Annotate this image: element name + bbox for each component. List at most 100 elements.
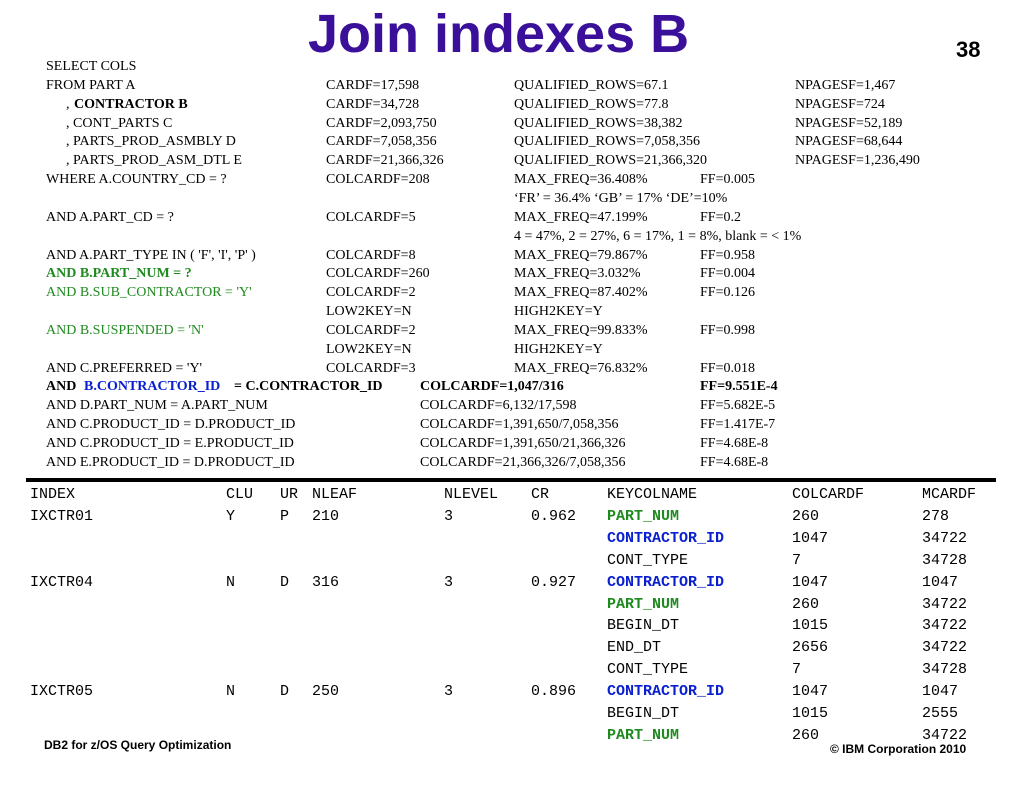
table-cell: 1015 (792, 617, 829, 635)
table-cell: D (280, 573, 290, 591)
table-cell: 3 (444, 683, 454, 701)
sql-cell: COLCARDF=260 (326, 266, 430, 282)
sql-line: AND B.PART_NUM = ? COLCARDF=260 MAX_FREQ=3… (0, 264, 1023, 283)
sql-statement: SELECT COLS FROM PART A CARDF=17,598 QUALIF… (0, 0, 1023, 480)
table-row: IXCTR01 Y P 210 3 0.962 PART_NUM 260 278 (0, 506, 1023, 528)
sql-cell: CONTRACTOR B (74, 96, 188, 112)
sql-cell: , CONT_PARTS C (66, 115, 173, 131)
sql-line: AND B.CONTRACTOR_ID = C.CONTRACTOR_ID COL… (0, 377, 1023, 396)
sql-cell: ‘FR’ = 36.4% ‘GB’ = 17% ‘DE’=10% (514, 190, 728, 206)
sql-cell: MAX_FREQ=87.402% (514, 285, 648, 301)
table-cell: CONTRACTOR_ID (607, 683, 725, 701)
sql-line: , PARTS_PROD_ASM_DTL E CARDF=21,366,326 QU… (0, 151, 1023, 170)
table-row: PART_NUM 260 34722 (0, 594, 1023, 616)
sql-cell: FF=0.998 (700, 322, 755, 338)
footer-copyright: © IBM Corporation 2010 (826, 740, 971, 758)
sql-cell: HIGH2KEY=Y (514, 304, 603, 320)
sql-cell: COLCARDF=1,391,650/21,366,326 (420, 436, 626, 451)
sql-cell: FF=0.2 (700, 209, 741, 225)
sql-cell: MAX_FREQ=76.832% (514, 360, 648, 376)
table-cell: 260 (792, 507, 820, 525)
sql-cell: QUALIFIED_ROWS=7,058,356 (514, 134, 700, 150)
column-header: MCARDF (922, 486, 977, 503)
sql-cell: COLCARDF=8 (326, 247, 416, 263)
table-cell: P (280, 507, 290, 525)
sql-cell: CARDF=34,728 (326, 96, 420, 112)
table-row: IXCTR04 N D 316 3 0.927 CONTRACTOR_ID 1047 1047 (0, 572, 1023, 594)
sql-cell: CARDF=7,058,356 (326, 134, 437, 150)
index-table: INDEX CLU UR NLEAF NLEVEL CR KEYCOLNAME COLCARD… (0, 484, 1023, 754)
sql-cell: FF=0.126 (700, 285, 755, 301)
sql-cell: FF=0.958 (700, 247, 755, 263)
sql-cell: AND C.PREFERRED = 'Y' (46, 360, 203, 376)
table-cell: 1047 (792, 573, 829, 591)
table-cell: IXCTR05 (30, 683, 94, 701)
table-cell: 278 (922, 507, 950, 525)
sql-cell: LOW2KEY=N (326, 341, 412, 357)
table-cell: 316 (312, 573, 340, 591)
column-header: COLCARDF (792, 486, 865, 503)
sql-cell: , PARTS_PROD_ASM_DTL E (66, 153, 242, 169)
column-header: UR (280, 486, 299, 503)
sql-cell: NPAGESF=1,467 (795, 77, 896, 93)
table-cell: CONT_TYPE (607, 661, 689, 679)
table-cell: 0.896 (531, 683, 577, 701)
sql-line: AND C.PRODUCT_ID = D.PRODUCT_ID COLCARDF=… (0, 415, 1023, 434)
table-cell: PART_NUM (607, 726, 680, 744)
table-cell: 34722 (922, 639, 968, 657)
table-cell: BEGIN_DT (607, 705, 680, 722)
table-cell: 0.927 (531, 573, 577, 591)
sql-line: , CONTRACTOR B CARDF=34,728 QUALIFIED_ROWS… (0, 95, 1023, 114)
table-cell: 210 (312, 507, 340, 525)
sql-cell: AND B.SUSPENDED = 'N' (46, 322, 204, 338)
table-cell: PART_NUM (607, 507, 680, 525)
sql-cell: COLCARDF=1,047/316 (420, 379, 564, 395)
sql-cell: SELECT COLS (46, 59, 137, 74)
table-row: IXCTR05 N D 250 3 0.896 CONTRACTOR_ID 1047 1047 (0, 681, 1023, 703)
sql-cell: MAX_FREQ=99.833% (514, 322, 648, 338)
sql-cell: FROM PART A (46, 77, 136, 93)
sql-cell: COLCARDF=6,132/17,598 (420, 398, 577, 414)
sql-cell: WHERE A.COUNTRY_CD = ? (46, 172, 227, 188)
table-cell: 7 (792, 551, 802, 569)
table-cell: 260 (792, 595, 820, 613)
sql-cell: AND A.PART_TYPE IN ( 'F', 'I', 'P' ) (46, 247, 256, 263)
sql-cell: MAX_FREQ=3.032% (514, 266, 641, 282)
sql-cell: QUALIFIED_ROWS=67.1 (514, 77, 669, 93)
sql-cell: CARDF=17,598 (326, 77, 420, 93)
sql-line: AND D.PART_NUM = A.PART_NUM COLCARDF=6,13… (0, 396, 1023, 415)
table-cell: N (226, 683, 236, 701)
sql-line: , PARTS_PROD_ASMBLY D CARDF=7,058,356 QUAL… (0, 132, 1023, 151)
column-header: KEYCOLNAME (607, 486, 698, 503)
sql-cell: MAX_FREQ=47.199% (514, 209, 648, 225)
sql-cell: MAX_FREQ=79.867% (514, 247, 648, 263)
sql-line: AND C.PREFERRED = 'Y' COLCARDF=3 MAX_FREQ=… (0, 359, 1023, 378)
sql-line: AND B.SUB_CONTRACTOR = 'Y' COLCARDF=2 MAX_… (0, 283, 1023, 302)
table-cell: 34728 (922, 661, 968, 679)
column-header: CR (531, 486, 550, 503)
sql-cell: AND C.PRODUCT_ID = D.PRODUCT_ID (46, 417, 296, 433)
table-cell: 2555 (922, 705, 959, 722)
table-cell: 7 (792, 661, 802, 679)
sql-line: AND B.SUSPENDED = 'N' COLCARDF=2 MAX_FREQ=… (0, 321, 1023, 340)
table-cell: END_DT (607, 639, 662, 657)
table-cell: 2656 (792, 639, 829, 657)
sql-cell: FF=4.68E-8 (700, 436, 769, 451)
sql-cell: AND C.PRODUCT_ID = E.PRODUCT_ID (46, 436, 294, 451)
table-cell: 34728 (922, 551, 968, 569)
table-cell: 0.962 (531, 507, 577, 525)
table-cell: PART_NUM (607, 595, 680, 613)
table-header: INDEX CLU UR NLEAF NLEVEL CR KEYCOLNAME COLCARD… (0, 484, 1023, 506)
table-cell: 34722 (922, 529, 968, 547)
sql-cell: MAX_FREQ=36.408% (514, 172, 648, 188)
sql-cell: COLCARDF=1,391,650/7,058,356 (420, 417, 619, 433)
sql-line: WHERE A.COUNTRY_CD = ? COLCARDF=208 MAX_FR… (0, 170, 1023, 189)
table-row: CONTRACTOR_ID 1047 34722 (0, 528, 1023, 550)
sql-cell: COLCARDF=3 (326, 360, 416, 376)
table-cell: CONTRACTOR_ID (607, 573, 725, 591)
sql-line: AND E.PRODUCT_ID = D.PRODUCT_ID COLCARDF=… (0, 453, 1023, 472)
table-cell: N (226, 573, 236, 591)
column-header: CLU (226, 486, 254, 503)
table-cell: 1047 (792, 683, 829, 701)
sql-cell: FF=9.551E-4 (700, 379, 778, 395)
